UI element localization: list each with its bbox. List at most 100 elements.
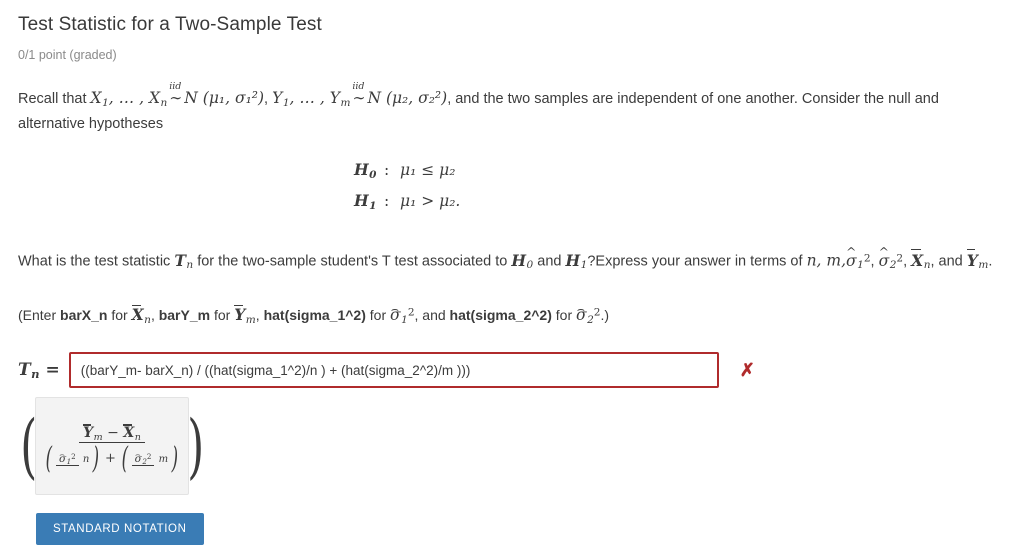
answer-label: Tn = bbox=[18, 360, 60, 381]
ybar-subscript: m bbox=[978, 259, 989, 272]
normal-symbol-x: N bbox=[184, 89, 198, 107]
x-ellipsis: , … , bbox=[108, 89, 145, 107]
question-h1-symbol: H bbox=[565, 250, 581, 270]
preview-right-open-paren: ( bbox=[121, 440, 129, 476]
null-hypothesis-colon: : bbox=[384, 160, 390, 179]
null-hypothesis-name: H0 bbox=[354, 157, 384, 188]
note-sigma1-subscript: 1 bbox=[401, 314, 408, 327]
x-sample-notation: X1, … , Xn bbox=[90, 89, 168, 109]
page-title: Test Statistic for a Two-Sample Test bbox=[18, 14, 322, 35]
token-hat-sigma1: hat(sigma_1^2) bbox=[263, 307, 366, 324]
null-hypothesis-subscript: 0 bbox=[369, 168, 377, 181]
question-part-4: and bbox=[938, 253, 963, 270]
note-xbar-symbol: X bbox=[131, 305, 144, 325]
token-bary: barY_m bbox=[158, 307, 211, 324]
preview-close-paren: ) bbox=[186, 404, 204, 487]
normal-symbol-y: N bbox=[367, 89, 381, 107]
iid-label-y: iid bbox=[352, 81, 365, 92]
question-h0: H0 bbox=[511, 250, 533, 272]
incorrect-status-icon: ✗ bbox=[739, 360, 755, 381]
comma-after-x: , bbox=[264, 91, 269, 107]
iid-label-x: iid bbox=[169, 81, 182, 92]
preview-ybar-symbol: Y bbox=[83, 424, 94, 441]
sigma1-subscript: 1 bbox=[857, 259, 864, 272]
y-sample-notation: Y1, … , Ym bbox=[272, 89, 350, 109]
preview-right-numerator: ⌢ σ22 bbox=[131, 449, 155, 466]
alt-hypothesis-colon: : bbox=[384, 191, 390, 210]
note-sigma2-superscript: 2 bbox=[593, 306, 601, 319]
note-xbar-subscript: n bbox=[144, 314, 151, 327]
dist-params-1: (μ₁, σ₁²) bbox=[202, 89, 265, 107]
note-close-paren: .) bbox=[600, 307, 610, 324]
question-part-1: What is the test statistic bbox=[18, 253, 171, 270]
note-for-1: for bbox=[111, 307, 128, 324]
preview-right-denominator: m bbox=[158, 453, 169, 465]
preview-fraction: Ym − Xn ( ⌢ σ12 n ) + ( ⌢ σ22 m ) bbox=[43, 422, 181, 473]
problem-page: Test Statistic for a Two-Sample Test 0/1… bbox=[0, 0, 1024, 545]
question-ybar: Ym bbox=[966, 249, 989, 272]
token-barx: barX_n bbox=[60, 307, 108, 324]
note-hat-accent-1: ⌢ bbox=[390, 300, 399, 316]
entry-format-note: (Enter barX_n for Xn, barY_m for Ym, hat… bbox=[18, 300, 1006, 327]
xbar-symbol: X bbox=[911, 250, 924, 270]
note-comma-2: , bbox=[255, 307, 260, 324]
answer-equals-sign: = bbox=[45, 359, 60, 380]
iid-relation-x: iid ∼ bbox=[167, 81, 184, 110]
question-sigma2-hat: ^ σ22 bbox=[879, 245, 904, 272]
hypotheses-block: H0 : μ₁ ≤ μ₂ H1 : μ₁ > μ₂. bbox=[354, 157, 1006, 219]
question-paragraph: What is the test statistic Tn for the tw… bbox=[18, 245, 998, 277]
iid-relation-y: iid ∼ bbox=[350, 81, 367, 110]
preview-left-numerator: ⌢ σ12 bbox=[55, 449, 79, 466]
preview-xbar-symbol: X bbox=[123, 424, 135, 441]
question-xbar: Xn bbox=[911, 249, 930, 271]
preview-right-term: ⌢ σ22 m bbox=[131, 449, 169, 466]
preview-hat-accent-1: ⌢ bbox=[59, 449, 65, 460]
question-and: and bbox=[537, 253, 562, 270]
comma-terms-1: , bbox=[870, 253, 875, 270]
note-for-3: for bbox=[369, 307, 387, 324]
hypothesis-row-alternative: H1 : μ₁ > μ₂. bbox=[354, 188, 1006, 219]
alt-hypothesis-body: μ₁ > μ₂. bbox=[400, 191, 461, 210]
x-first-var: X bbox=[90, 89, 102, 107]
question-terms-plain: n, m, bbox=[806, 251, 847, 270]
hypothesis-row-null: H0 : μ₁ ≤ μ₂ bbox=[354, 157, 1006, 188]
preview-open-paren: ( bbox=[20, 404, 38, 487]
note-comma-1: , bbox=[150, 307, 155, 324]
note-ybar-symbol: Y bbox=[234, 305, 246, 325]
alt-hypothesis-subscript: 1 bbox=[369, 199, 377, 212]
recall-lead: Recall that bbox=[18, 91, 87, 107]
sigma1-superscript: 2 bbox=[863, 251, 871, 264]
preview-minus-sign: − bbox=[107, 424, 119, 441]
preview-sigma1-superscript: 2 bbox=[71, 451, 76, 461]
question-h0-symbol: H bbox=[511, 250, 527, 270]
preview-denominator: ( ⌢ σ12 n ) + ( ⌢ σ22 m ) bbox=[43, 443, 181, 472]
dist-params-2: (μ₂, σ₂²) bbox=[385, 89, 448, 107]
answer-label-subscript: n bbox=[31, 367, 40, 382]
normal-dist-y: N (μ₂, σ₂²) bbox=[367, 89, 447, 107]
alt-hypothesis-symbol: H bbox=[354, 190, 369, 210]
standard-notation-button[interactable]: STANDARD NOTATION bbox=[36, 513, 204, 545]
question-part-2: for the two-sample student's T test asso… bbox=[197, 253, 508, 270]
ybar-symbol: Y bbox=[966, 250, 978, 270]
note-hat-accent-2: ⌢ bbox=[576, 300, 585, 316]
note-sigma1-hat: ⌢ σ12 bbox=[390, 300, 415, 327]
question-sigma1-hat: ^ σ12 bbox=[846, 245, 871, 272]
note-for-4: for bbox=[555, 307, 573, 324]
alt-hypothesis-name: H1 bbox=[354, 188, 384, 219]
answer-row: Tn = ✗ bbox=[18, 352, 1006, 389]
question-h1: H1 bbox=[565, 250, 588, 272]
note-sigma2-hat: ⌢ σ22 bbox=[576, 300, 601, 327]
preview-hat-accent-2: ⌢ bbox=[134, 449, 141, 460]
answer-input[interactable] bbox=[68, 352, 719, 389]
note-sigma2-subscript: 2 bbox=[587, 314, 594, 327]
preview-left-term: ⌢ σ12 n bbox=[55, 449, 89, 466]
token-hat-sigma2: hat(sigma_2^2) bbox=[449, 307, 552, 324]
preview-right-close-paren: ) bbox=[171, 440, 179, 476]
statistic-symbol: Tn bbox=[174, 250, 193, 272]
statistic-t: T bbox=[174, 250, 186, 270]
note-open-paren: (Enter bbox=[18, 307, 57, 324]
y-ellipsis: , … , bbox=[289, 89, 325, 107]
null-hypothesis-body: μ₁ ≤ μ₂ bbox=[400, 160, 456, 179]
note-xbar: Xn bbox=[131, 304, 151, 327]
normal-dist-x: N (μ₁, σ₁²) bbox=[184, 89, 264, 107]
